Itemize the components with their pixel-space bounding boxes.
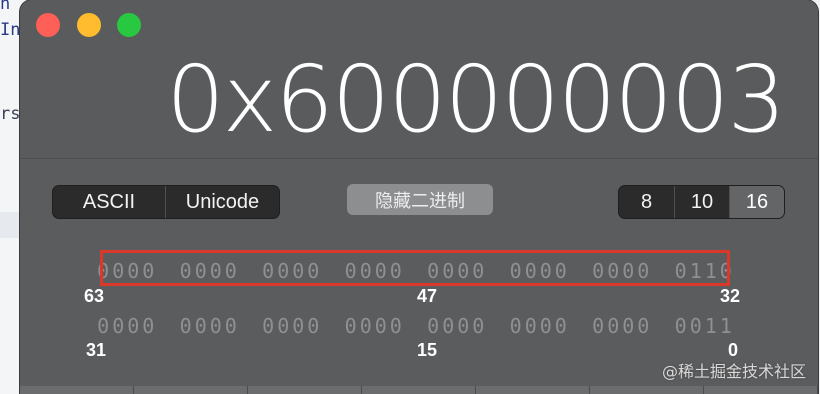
bit-nibble[interactable]: 0000 xyxy=(581,314,664,338)
editor-line: In xyxy=(0,20,21,40)
keypad-top-edge xyxy=(20,386,818,394)
keypad-key[interactable] xyxy=(362,386,476,394)
keypad-key[interactable] xyxy=(590,386,704,394)
display-value: 0x600000003 xyxy=(166,46,786,153)
maximize-button[interactable] xyxy=(117,13,141,37)
encoding-segmented-control: ASCII Unicode xyxy=(52,185,280,219)
bit-nibble[interactable]: 0000 xyxy=(86,314,169,338)
bit-nibble[interactable]: 0011 xyxy=(664,314,747,338)
base-8-tab[interactable]: 8 xyxy=(619,186,674,218)
base-16-tab[interactable]: 16 xyxy=(729,186,784,218)
bit-nibble[interactable]: 0000 xyxy=(251,314,334,338)
keypad-key[interactable] xyxy=(476,386,590,394)
bit-nibble[interactable]: 0000 xyxy=(334,314,417,338)
bit-index-label: 15 xyxy=(417,340,438,360)
base-segmented-control: 8 10 16 xyxy=(618,185,785,219)
binary-row-low: 0000 0000 0000 0000 0000 0000 0000 0011 xyxy=(86,314,746,338)
close-button[interactable] xyxy=(36,13,60,37)
keypad-key[interactable] xyxy=(248,386,362,394)
divider xyxy=(20,158,818,159)
keypad-key[interactable] xyxy=(704,386,818,394)
bit-index-label: 31 xyxy=(86,340,107,360)
editor-line: rs xyxy=(0,104,21,124)
bit-index-label: 47 xyxy=(417,286,438,306)
bit-nibble[interactable]: 0000 xyxy=(416,314,499,338)
annotation-highlight-box xyxy=(100,250,730,286)
bit-index-label: 32 xyxy=(720,286,741,306)
bit-index-label: 63 xyxy=(84,286,105,306)
bit-nibble[interactable]: 0000 xyxy=(499,314,582,338)
minimize-button[interactable] xyxy=(77,13,101,37)
hide-binary-button[interactable]: 隐藏二进制 xyxy=(347,184,493,215)
unicode-tab[interactable]: Unicode xyxy=(165,186,279,218)
keypad-key[interactable] xyxy=(20,386,134,394)
base-10-tab[interactable]: 10 xyxy=(674,186,729,218)
watermark: @稀土掘金技术社区 xyxy=(661,362,806,381)
calculator-window: 0x600000003 ASCII Unicode 隐藏二进制 8 10 16 … xyxy=(20,0,818,394)
editor-line: n xyxy=(0,0,11,14)
display-panel: 0x600000003 xyxy=(20,0,818,158)
ascii-tab[interactable]: ASCII xyxy=(53,186,165,218)
bit-nibble[interactable]: 0000 xyxy=(169,314,252,338)
keypad-key[interactable] xyxy=(134,386,248,394)
